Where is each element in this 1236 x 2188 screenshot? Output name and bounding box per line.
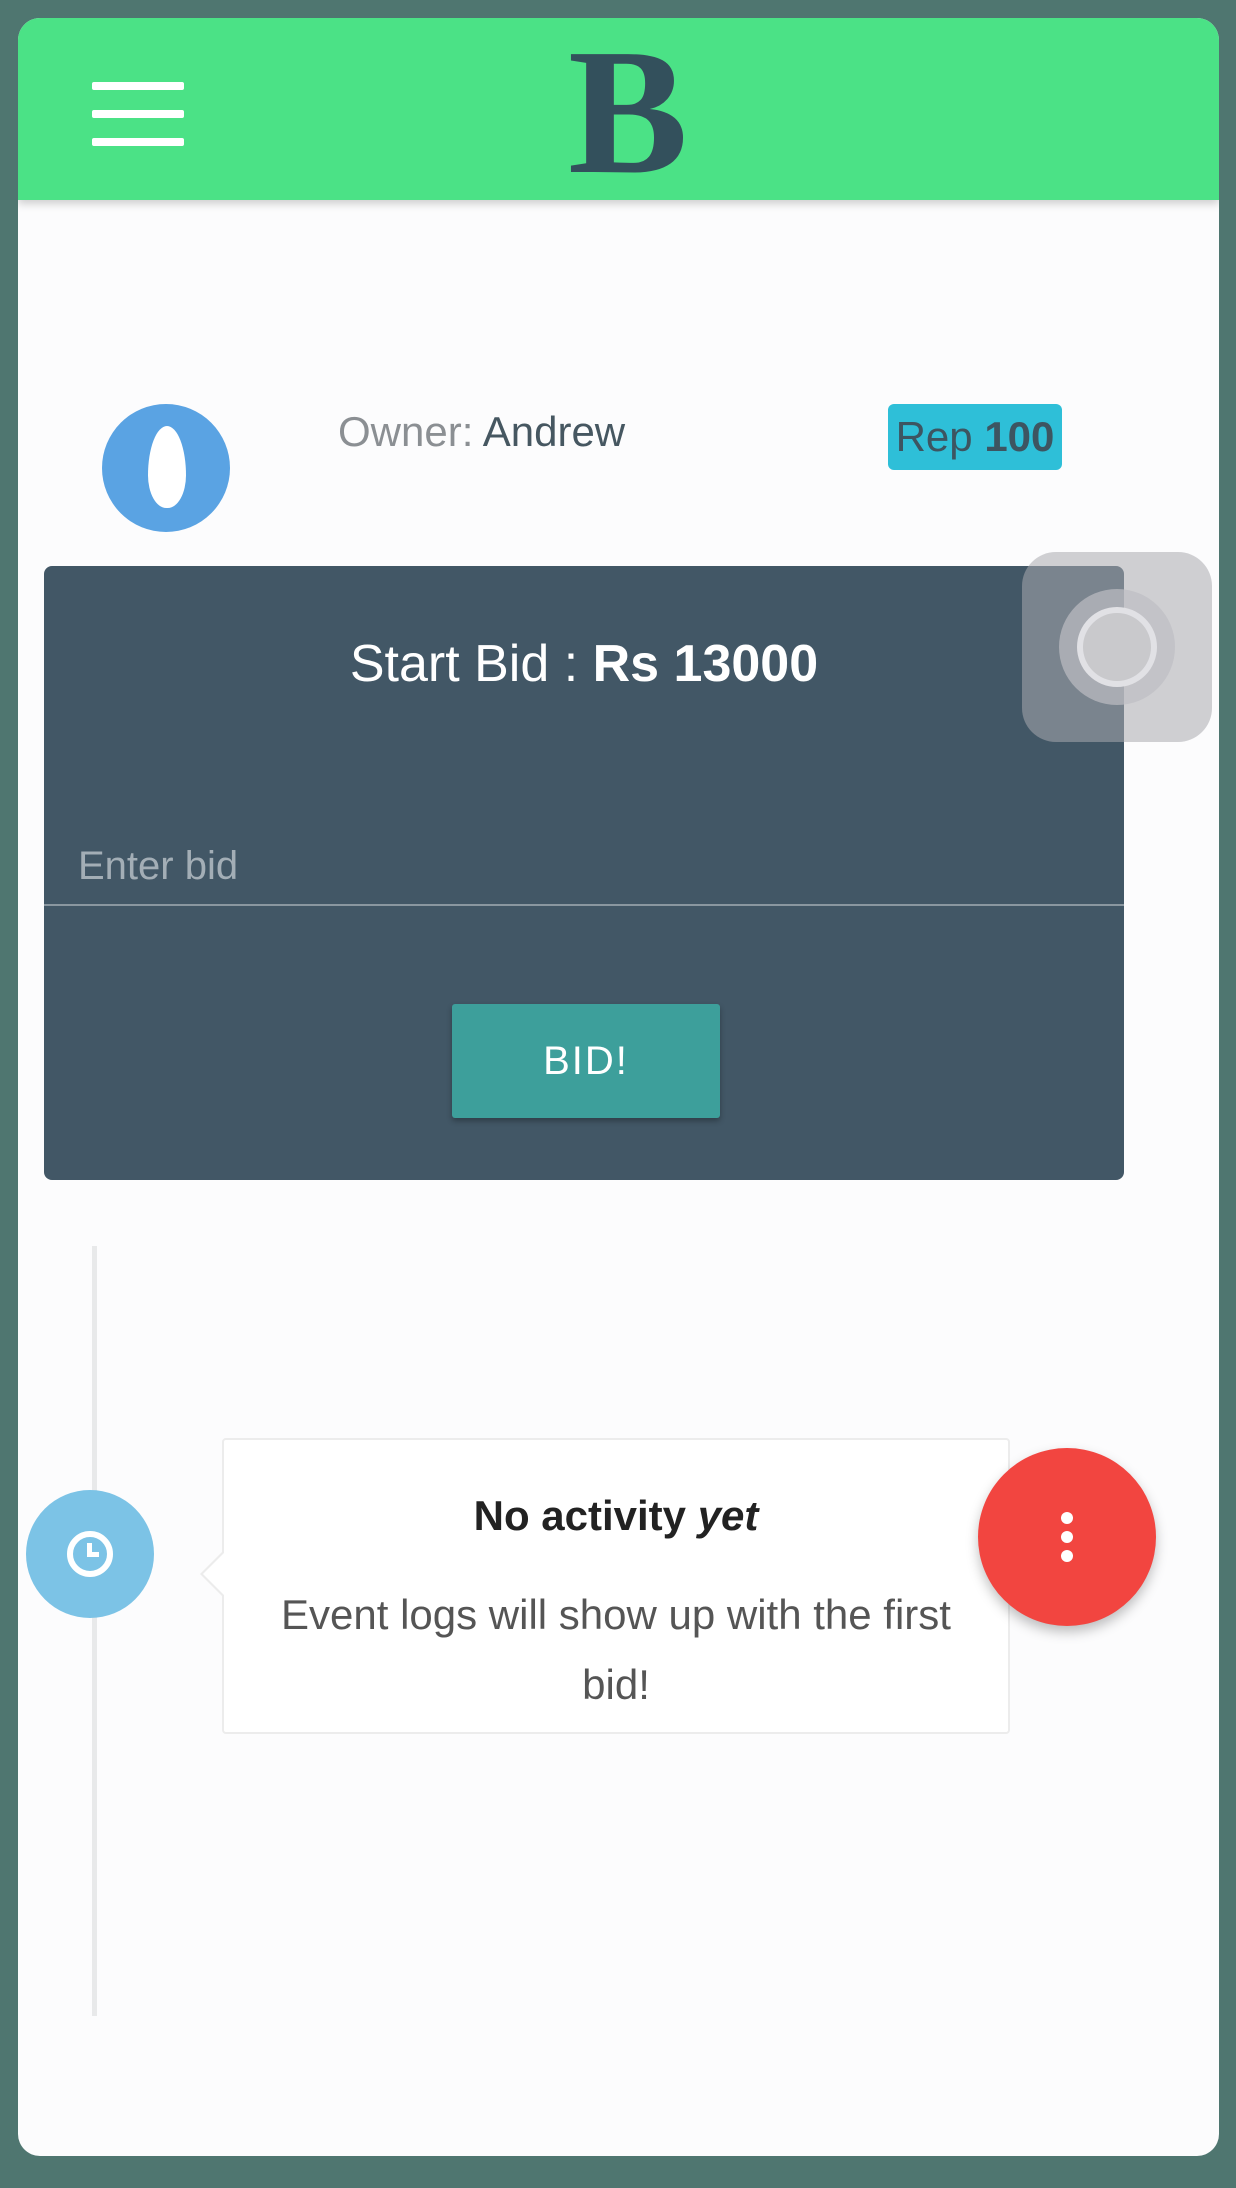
bid-input[interactable]	[44, 828, 1124, 906]
app-logo[interactable]: B	[563, 22, 693, 202]
owner-label: Owner:	[338, 408, 474, 455]
rep-value: 100	[984, 413, 1055, 460]
activity-card: No activity yet Event logs will show up …	[200, 1438, 1010, 1734]
more-vertical-icon-dot	[1061, 1550, 1073, 1562]
activity-title-emphasis: yet	[697, 1492, 759, 1539]
bid-card: Start Bid : Rs 13000 BID!	[44, 566, 1124, 1180]
bid-button[interactable]: BID!	[452, 1004, 720, 1118]
hamburger-menu-icon[interactable]	[92, 82, 184, 146]
activity-title-main: No activity	[473, 1492, 687, 1539]
top-app-bar: B	[18, 18, 1219, 202]
owner-name[interactable]: Andrew	[483, 408, 625, 455]
clock-icon	[67, 1531, 113, 1577]
start-bid-label: Start Bid :	[349, 635, 579, 693]
activity-message: Event logs will show up with the first b…	[281, 1591, 951, 1708]
start-bid: Start Bid : Rs 13000	[44, 634, 1124, 694]
rep-label: Rep	[895, 413, 973, 460]
owner-avatar	[102, 404, 230, 532]
floating-action-button[interactable]	[978, 1448, 1156, 1626]
activity-title: No activity yet	[224, 1492, 1008, 1540]
activity-card-arrow	[200, 1550, 225, 1598]
start-bid-amount: Rs 13000	[592, 635, 819, 693]
timeline-badge	[26, 1490, 154, 1618]
assistive-touch-icon	[1077, 607, 1157, 687]
egg-avatar-icon	[148, 426, 186, 508]
more-vertical-icon-dot	[1061, 1531, 1073, 1543]
owner-info: Owner: Andrew	[338, 408, 738, 456]
app-screen: B Owner: Andrew Rep 100 Start Bid : Rs 1…	[18, 18, 1219, 2156]
more-vertical-icon	[1061, 1512, 1073, 1524]
reputation-badge: Rep 100	[888, 404, 1062, 470]
assistive-touch-button[interactable]	[1022, 552, 1212, 742]
timeline-line	[92, 1246, 97, 2016]
